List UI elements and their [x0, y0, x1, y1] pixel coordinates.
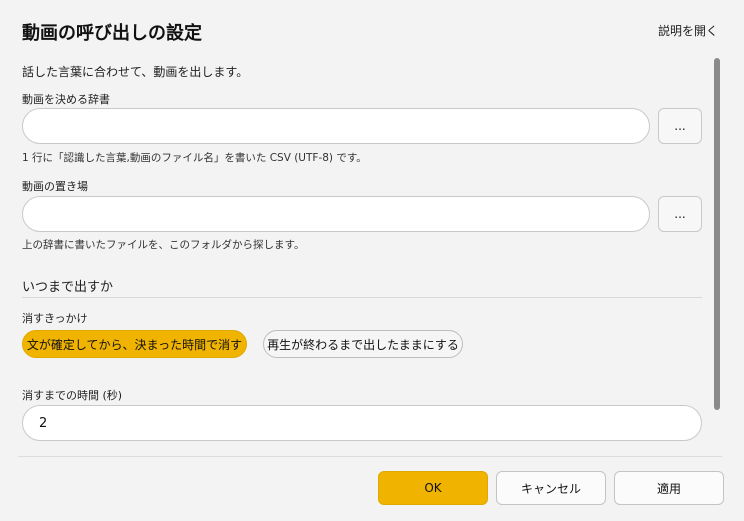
folder-label: 動画の置き場 — [22, 180, 88, 193]
dialog-description: 話した言葉に合わせて、動画を出します。 — [22, 65, 249, 79]
section-divider — [22, 297, 702, 298]
folder-hint: 上の辞書に書いたファイルを、このフォルダから探します。 — [22, 239, 305, 251]
option-until-playback-end-button[interactable]: 再生が終わるまで出したままにする — [263, 330, 463, 358]
dictionary-label: 動画を決める辞書 — [22, 93, 110, 106]
dictionary-browse-button[interactable]: ... — [658, 108, 702, 144]
ok-button[interactable]: OK — [378, 471, 488, 505]
apply-button[interactable]: 適用 — [614, 471, 724, 505]
duration-section-heading: いつまで出すか — [22, 280, 114, 295]
scrollbar[interactable] — [714, 58, 720, 410]
footer-divider — [18, 456, 722, 457]
folder-path-input[interactable] — [22, 196, 650, 232]
dictionary-path-input[interactable] — [22, 108, 650, 144]
dictionary-hint: 1 行に「認識した言葉,動画のファイル名」を書いた CSV (UTF-8) です… — [22, 152, 367, 164]
cancel-button[interactable]: キャンセル — [496, 471, 606, 505]
help-link[interactable]: 説明を開く — [658, 22, 718, 39]
seconds-input[interactable] — [22, 405, 702, 441]
dialog-title: 動画の呼び出しの設定 — [22, 23, 202, 44]
seconds-label: 消すまでの時間 (秒) — [22, 389, 123, 402]
folder-browse-button[interactable]: ... — [658, 196, 702, 232]
option-fixed-time-button[interactable]: 文が確定してから、決まった時間で消す — [22, 330, 247, 358]
trigger-label: 消すきっかけ — [22, 312, 88, 325]
